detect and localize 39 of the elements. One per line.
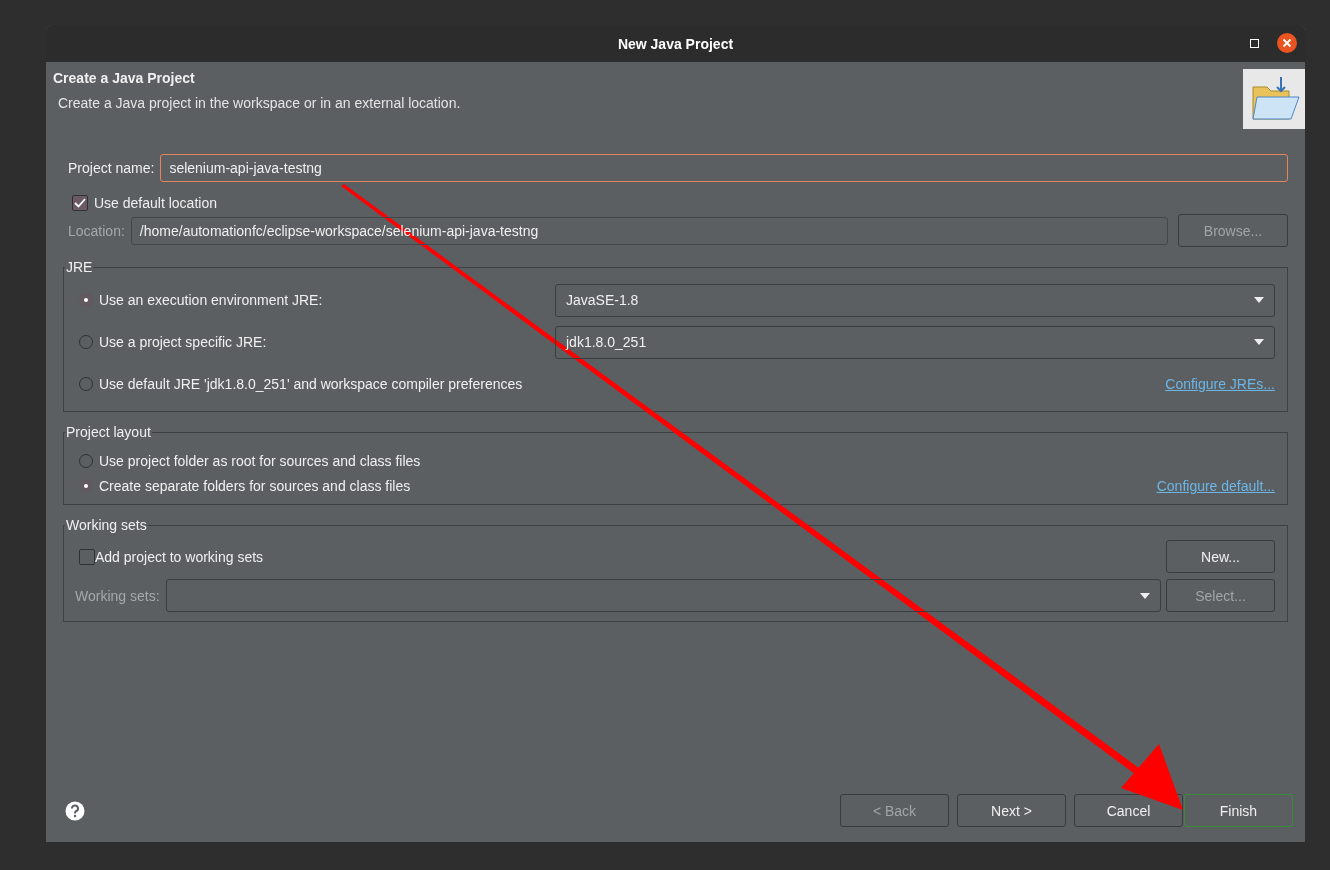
checkbox[interactable] bbox=[72, 195, 88, 211]
page-title: Create a Java Project bbox=[53, 70, 196, 86]
working-sets-label: Working sets: bbox=[75, 587, 160, 604]
checkbox-label[interactable]: Use default location bbox=[94, 195, 217, 211]
jre-dropdown[interactable]: jdk1.8.0_251 bbox=[555, 325, 1275, 359]
group-title: JRE bbox=[65, 259, 94, 275]
project-name-label: Project name: bbox=[68, 160, 155, 176]
project-name-field[interactable]: selenium-api-java-testng bbox=[160, 154, 1288, 182]
checkbox-label[interactable]: Add project to working sets bbox=[95, 548, 264, 565]
page-description: Create a Java project in the workspace or in an external location. bbox=[57, 95, 461, 111]
new-button[interactable]: New... bbox=[1166, 540, 1275, 573]
radio-button[interactable] bbox=[79, 478, 93, 493]
maximize-icon[interactable] bbox=[1250, 38, 1259, 48]
location-label: Location: bbox=[68, 222, 125, 239]
configure-jres-link[interactable]: Configure JREs... bbox=[1165, 376, 1275, 392]
group-title: Project layout bbox=[65, 424, 152, 440]
radio-label[interactable]: Create separate folders for sources and class files bbox=[99, 477, 411, 494]
dropdown-arrow-icon bbox=[1254, 339, 1264, 345]
radio-button[interactable] bbox=[79, 293, 93, 307]
radio-label[interactable]: Use a project specific JRE: bbox=[99, 334, 555, 350]
radio-button[interactable] bbox=[79, 335, 93, 349]
close-icon[interactable] bbox=[1277, 33, 1297, 53]
folder-icon bbox=[1243, 69, 1305, 129]
window-title: New Java Project bbox=[617, 35, 734, 52]
help-icon[interactable] bbox=[65, 800, 85, 821]
dialog-button[interactable]: Next > bbox=[957, 794, 1066, 827]
dropdown-arrow-icon bbox=[1140, 592, 1150, 599]
radio-label[interactable]: Use project folder as root for sources and class files bbox=[99, 452, 421, 469]
group-title: Working sets bbox=[65, 517, 148, 533]
radio-label[interactable]: Use default JRE 'jdk1.8.0_251' and workspace compiler preferences bbox=[99, 376, 523, 392]
dialog-button[interactable]: Finish bbox=[1184, 794, 1293, 827]
dialog-button[interactable]: Cancel bbox=[1074, 794, 1183, 827]
configure-default-link[interactable]: Configure default... bbox=[1156, 477, 1275, 494]
checkbox[interactable] bbox=[79, 548, 95, 565]
radio-button[interactable] bbox=[79, 377, 93, 391]
radio-button[interactable] bbox=[79, 453, 93, 468]
jre-dropdown[interactable]: JavaSE-1.8 bbox=[555, 283, 1275, 317]
dropdown-arrow-icon bbox=[1254, 297, 1264, 303]
radio-label[interactable]: Use an execution environment JRE: bbox=[99, 292, 555, 308]
